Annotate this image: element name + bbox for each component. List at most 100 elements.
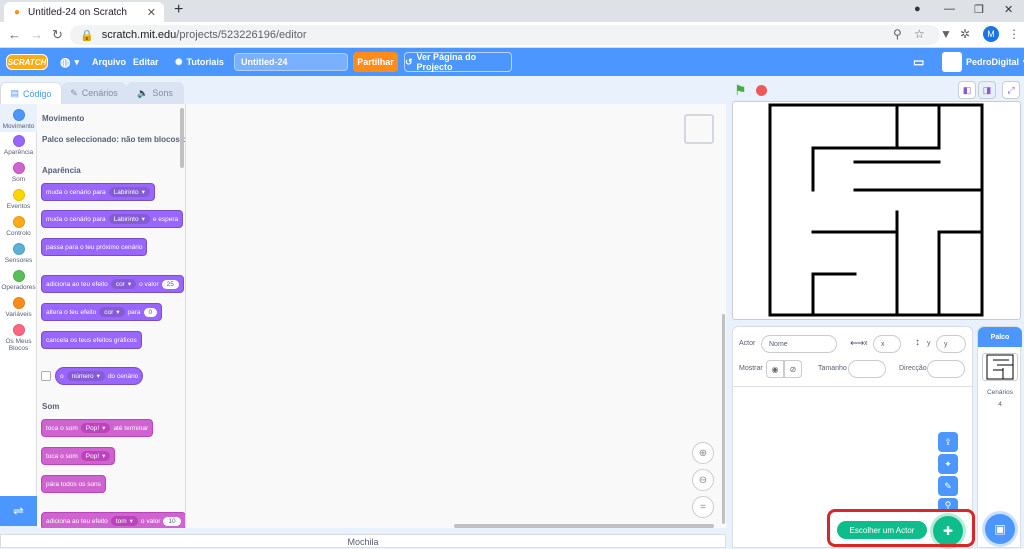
block-change-sound-effect[interactable]: adiciona ao teu efeito tom ▾ o valor 10 (41, 512, 185, 528)
share-button[interactable]: Partilhar (353, 52, 398, 72)
brush-icon: ✎ (70, 87, 78, 98)
tutorials-label: Tutoriais (186, 57, 224, 67)
tab-code[interactable]: ▤ Código (0, 82, 62, 104)
zoom-reset-icon: = (700, 501, 706, 513)
user-avatar[interactable] (942, 52, 962, 72)
zoom-out-button[interactable]: ⊖ (692, 469, 714, 491)
add-extension-button[interactable]: ⇌ (0, 496, 37, 526)
block-change-effect[interactable]: adiciona ao teu efeito cor ▾ o valor 25 (41, 275, 184, 293)
normal-stage-icon[interactable]: ◨ (978, 81, 996, 99)
category-sound[interactable]: Som (0, 162, 37, 183)
bookmark-star-icon[interactable]: ☆ (914, 27, 925, 41)
palette-scrollbar[interactable] (180, 108, 184, 168)
close-window-icon[interactable]: ✕ (1004, 3, 1013, 16)
y-label: y (927, 340, 931, 347)
block-play-sound-until-done[interactable]: toca o som Pop! ▾ até terminar (41, 419, 154, 437)
y-input[interactable]: y (936, 335, 966, 353)
category-control[interactable]: Controlo (0, 216, 37, 237)
backpack-bar[interactable]: Mochila (0, 534, 726, 548)
x-arrow-icon: ⟷ (850, 338, 865, 349)
workspace-vscrollbar[interactable] (722, 314, 725, 524)
tab-costumes[interactable]: ✎ Cenários (62, 82, 126, 104)
tab-sounds[interactable]: 🔈 Sons (126, 82, 184, 104)
upload-sprite-button[interactable]: ⇪ (938, 432, 958, 452)
category-sensing[interactable]: Sensores (0, 243, 37, 264)
backdrop-number-checkbox[interactable] (41, 371, 51, 381)
minimize-icon[interactable]: — (944, 3, 955, 15)
green-flag-icon[interactable]: ⚑ (734, 82, 747, 99)
block-clear-effects[interactable]: cancela os teus efeitos gráficos (41, 331, 142, 349)
extension-icon[interactable]: ▼ (940, 27, 952, 41)
new-tab-icon[interactable]: + (174, 1, 183, 19)
edit-menu[interactable]: Editar (133, 48, 159, 76)
small-stage-icon[interactable]: ◧ (958, 81, 976, 99)
size-input[interactable] (848, 360, 886, 378)
stage-header: ⚑ ◧ ◨ ⤢ (732, 80, 1022, 100)
language-menu[interactable]: ◍ ▾ (60, 48, 79, 76)
see-project-page-button[interactable]: ↺ Ver Página do Projecto (404, 52, 512, 72)
kebab-menu-icon[interactable]: ⋮ (1008, 27, 1020, 41)
block-palette: Movimento Palco seleccionado: não tem bl… (37, 104, 186, 528)
paint-sprite-button[interactable]: ✎ (938, 476, 958, 496)
block-switch-backdrop-wait[interactable]: muda o cenário para Labirinto ▾ e espera (41, 210, 184, 228)
swirl-icon: ↺ (405, 56, 413, 67)
globe-icon: ◍ (60, 55, 71, 69)
block-start-sound[interactable]: toca o som Pop! ▾ (41, 447, 116, 465)
x-input[interactable]: x (873, 335, 901, 353)
stage-selector-title: Palco (978, 327, 1022, 347)
zoom-reset-button[interactable]: = (692, 496, 714, 518)
forward-icon[interactable]: → (30, 27, 43, 42)
block-switch-backdrop[interactable]: muda o cenário para Labirinto ▾ (41, 183, 155, 201)
back-icon[interactable]: ← (8, 27, 21, 42)
puzzle-icon[interactable]: ✲ (960, 27, 970, 41)
url-path: /projects/523226196/editor (176, 29, 307, 41)
category-looks[interactable]: Aparência (0, 135, 37, 156)
block-next-backdrop[interactable]: passa para o teu próximo cenário (41, 238, 148, 256)
folder-icon[interactable]: ▭ (913, 48, 924, 76)
project-title-input[interactable]: Untitled-24 (234, 53, 348, 71)
block-backdrop-number[interactable]: o número ▾ do cenário (55, 367, 144, 385)
surprise-sprite-button[interactable]: ✦ (938, 454, 958, 474)
choose-backdrop-button[interactable]: ▣ (985, 514, 1015, 544)
hide-eye-icon[interactable]: ⊘ (784, 360, 802, 378)
fullscreen-icon[interactable]: ⤢ (1002, 81, 1020, 99)
category-my-blocks[interactable]: Os Meus Blocos (0, 324, 37, 352)
scratch-logo[interactable]: SCRATCH (6, 54, 48, 70)
upload-icon: ⇪ (944, 436, 952, 447)
omnibox[interactable]: 🔒 scratch.mit.edu/projects/523226196/edi… (70, 25, 940, 45)
code-workspace[interactable]: ⊕ ⊖ = (186, 104, 726, 528)
show-eye-icon[interactable]: ◉ (766, 360, 784, 378)
stop-icon[interactable] (756, 85, 767, 96)
maze-drawing (768, 103, 984, 317)
stage-watermark-icon (684, 114, 714, 144)
close-tab-icon[interactable]: ✕ (147, 6, 156, 19)
restore-icon[interactable]: ❐ (974, 3, 984, 16)
zoom-in-button[interactable]: ⊕ (692, 442, 714, 464)
category-operators[interactable]: Operadores (0, 270, 37, 291)
block-set-effect[interactable]: altera o teu efeito cor ▾ para 0 (41, 303, 163, 321)
code-icon: ▤ (10, 88, 19, 98)
tutorials-menu[interactable]: ✺ Tutoriais (175, 48, 224, 76)
category-motion[interactable]: Movimento (0, 109, 37, 130)
direction-label: Direcção (899, 365, 927, 372)
sprite-info: Actor Nome ⟷ x x ↕ y y Mostrar ◉ ⊘ Taman… (733, 327, 972, 387)
stage-canvas[interactable] (732, 101, 1021, 320)
sprite-name-input[interactable]: Nome (761, 335, 837, 353)
zoom-icon[interactable]: ⚲ (893, 27, 902, 41)
workspace-hscrollbar[interactable] (454, 524, 714, 528)
user-menu[interactable]: PedroDigital▾ (966, 48, 1024, 76)
direction-input[interactable] (927, 360, 965, 378)
y-arrow-icon: ↕ (915, 337, 920, 348)
category-events[interactable]: Eventos (0, 189, 37, 210)
category-variables[interactable]: Variáveis (0, 297, 37, 318)
looks-heading: Aparência (42, 166, 81, 175)
username-label: PedroDigital (966, 57, 1020, 67)
motion-empty-note: Palco seleccionado: não tem blocos de (42, 135, 186, 144)
block-stop-all-sounds[interactable]: pára todos os sons (41, 475, 106, 493)
reload-icon[interactable]: ↻ (52, 27, 63, 43)
tab-costumes-label: Cenários (81, 88, 118, 98)
file-menu[interactable]: Arquivo (92, 48, 126, 76)
profile-menu-icon[interactable]: ● (914, 3, 921, 15)
browser-tab[interactable]: ● Untitled-24 on Scratch ✕ (4, 2, 164, 22)
profile-avatar[interactable]: M (983, 26, 999, 42)
